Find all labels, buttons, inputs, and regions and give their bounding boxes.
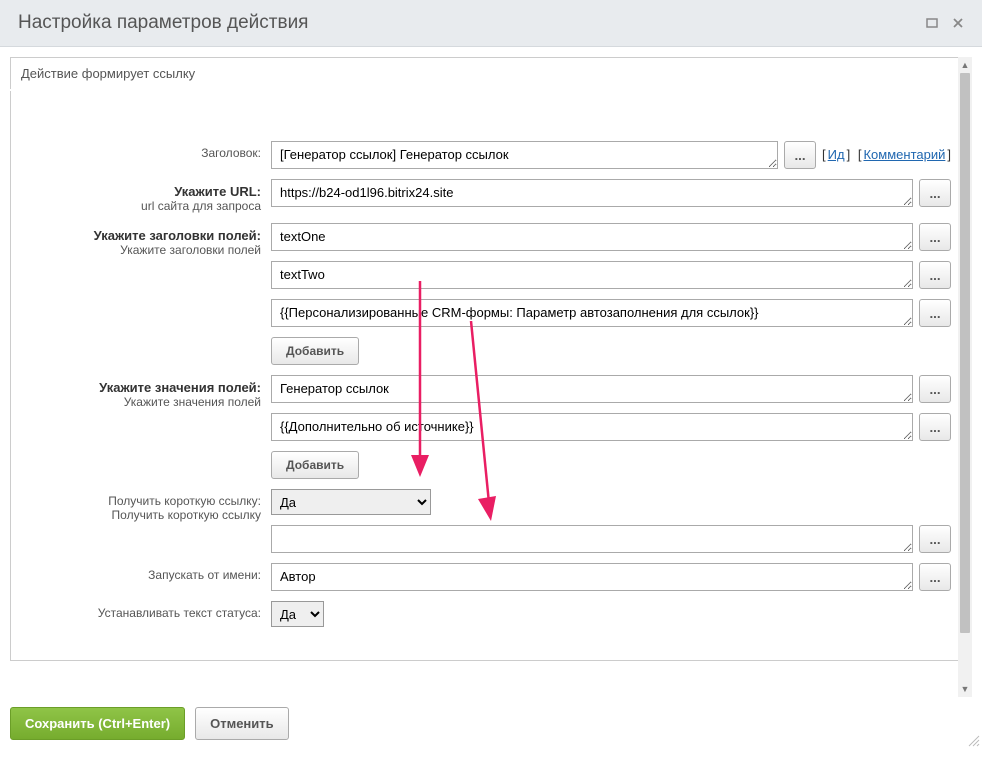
dialog-body: Действие формирует ссылку Заголовок: ... (0, 47, 982, 697)
link-comment[interactable]: Комментарий (863, 147, 945, 162)
row-url: Укажите URL: url сайта для запроса ... (31, 179, 951, 213)
resize-handle-icon[interactable] (966, 733, 980, 750)
run-as-input[interactable] (271, 563, 913, 591)
label-field-values-sub: Укажите значения полей (31, 395, 261, 409)
dialog-footer: Сохранить (Ctrl+Enter) Отменить (0, 697, 982, 752)
label-short-link: Получить короткую ссылку: (31, 494, 261, 508)
url-input[interactable] (271, 179, 913, 207)
label-url: Укажите URL: (31, 184, 261, 199)
field-value-picker-0[interactable]: ... (919, 375, 951, 403)
field-header-picker-2[interactable]: ... (919, 299, 951, 327)
row-heading: Заголовок: ... [Ид] [Комментарий] (31, 141, 951, 169)
label-run-as: Запускать от имени: (31, 568, 261, 582)
row-field-headers: Укажите заголовки полей: Укажите заголов… (31, 223, 951, 365)
field-header-picker-0[interactable]: ... (919, 223, 951, 251)
close-icon[interactable] (952, 17, 964, 29)
dialog-title: Настройка параметров действия (18, 12, 308, 34)
heading-input[interactable] (271, 141, 778, 169)
row-run-as: Запускать от имени: ... (31, 563, 951, 591)
label-heading: Заголовок: (31, 141, 271, 160)
link-id[interactable]: Ид (828, 147, 845, 162)
heading-picker-button[interactable]: ... (784, 141, 816, 169)
url-picker-button[interactable]: ... (919, 179, 951, 207)
heading-links: [Ид] [Комментарий] (822, 141, 951, 162)
save-button[interactable]: Сохранить (Ctrl+Enter) (10, 707, 185, 740)
row-field-values: Укажите значения полей: Укажите значения… (31, 375, 951, 479)
field-value-picker-1[interactable]: ... (919, 413, 951, 441)
scrollbar-up-arrow[interactable]: ▲ (958, 57, 972, 73)
form-panel: Заголовок: ... [Ид] [Комментарий] (10, 91, 972, 661)
field-header-picker-1[interactable]: ... (919, 261, 951, 289)
dialog-window-controls (926, 17, 964, 29)
dialog: Настройка параметров действия Действие ф… (0, 0, 982, 752)
run-as-picker-button[interactable]: ... (919, 563, 951, 591)
cancel-button[interactable]: Отменить (195, 707, 289, 740)
scrollbar[interactable]: ▲ ▼ (958, 57, 972, 697)
short-link-picker-button[interactable]: ... (919, 525, 951, 553)
field-header-input-2[interactable] (271, 299, 913, 327)
scrollbar-down-arrow[interactable]: ▼ (958, 681, 972, 697)
subtitle-bar: Действие формирует ссылку (10, 57, 972, 89)
label-field-values: Укажите значения полей: (31, 380, 261, 395)
label-field-headers: Укажите заголовки полей: (31, 228, 261, 243)
label-field-headers-sub: Укажите заголовки полей (31, 243, 261, 257)
status-text-select[interactable]: Да Нет (271, 601, 324, 627)
short-link-extra-input[interactable] (271, 525, 913, 553)
field-value-input-0[interactable] (271, 375, 913, 403)
field-header-input-0[interactable] (271, 223, 913, 251)
field-value-input-1[interactable] (271, 413, 913, 441)
scroll-area: Действие формирует ссылку Заголовок: ... (10, 57, 972, 697)
short-link-select[interactable]: Да Нет (271, 489, 431, 515)
add-field-header-button[interactable]: Добавить (271, 337, 359, 365)
label-status-text: Устанавливать текст статуса: (31, 606, 261, 620)
add-field-value-button[interactable]: Добавить (271, 451, 359, 479)
row-short-link: Получить короткую ссылку: Получить корот… (31, 489, 951, 553)
label-short-link-sub: Получить короткую ссылку (31, 508, 261, 522)
scrollbar-thumb[interactable] (960, 73, 970, 633)
maximize-icon[interactable] (926, 17, 938, 29)
dialog-header: Настройка параметров действия (0, 0, 982, 47)
row-status-text: Устанавливать текст статуса: Да Нет (31, 601, 951, 627)
label-url-sub: url сайта для запроса (31, 199, 261, 213)
field-header-input-1[interactable] (271, 261, 913, 289)
